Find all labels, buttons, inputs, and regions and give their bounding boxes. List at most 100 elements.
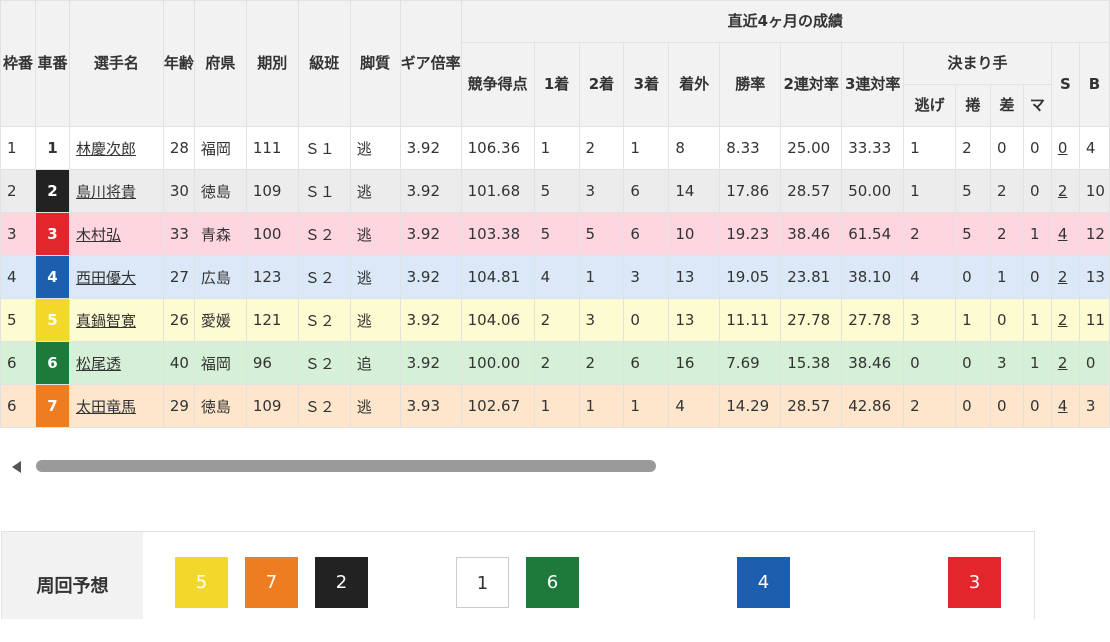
- table-row: 6 7 太田竜馬 29 徳島 109 Ｓ２ 逃 3.93 102.67 1 1 1 4 14.29 28.57…: [0, 384, 1110, 428]
- racer-name-cell: 林慶次郎: [68, 126, 164, 170]
- makuri-cell: 2: [955, 126, 991, 170]
- racer-name-link[interactable]: 太田竜馬: [76, 398, 136, 416]
- makuri-cell: 5: [955, 212, 991, 256]
- header-quinella-rate: 2連対率: [780, 42, 843, 127]
- header-class: 級班: [297, 0, 351, 127]
- third-count-cell: 1: [623, 126, 670, 170]
- score-cell: 106.36: [460, 126, 535, 170]
- header-car: 車番: [34, 0, 70, 127]
- racer-name-link[interactable]: 西田優大: [76, 269, 136, 287]
- car-number: 6: [34, 341, 70, 385]
- racer-name-link[interactable]: 林慶次郎: [76, 140, 136, 158]
- racer-name-cell: 木村弘: [68, 212, 164, 256]
- win-rate-cell: 11.11: [719, 298, 782, 342]
- gear-ratio-cell: 3.93: [399, 384, 462, 428]
- second-count-cell: 2: [578, 126, 625, 170]
- second-count-cell: 3: [578, 169, 625, 213]
- table-row: 5 5 真鍋智寛 26 愛媛 121 Ｓ２ 逃 3.92 104.06 2 3 0 13 11.11 27.7…: [0, 298, 1110, 342]
- mark-cell: 0: [1022, 255, 1052, 299]
- s-count-link[interactable]: 4: [1058, 397, 1068, 415]
- quinella-rate-cell: 38.46: [780, 212, 843, 256]
- racer-rows: 1 1 林慶次郎 28 福岡 111 Ｓ１ 逃 3.92 106.36 1 2 1 8 8.33 25.00 3…: [0, 126, 1110, 428]
- header-b: B: [1078, 42, 1110, 127]
- style-cell: 追: [349, 341, 401, 385]
- first-count-cell: 2: [533, 298, 580, 342]
- racer-table: 枠番 車番 選手名 年齢 府県 期別 級班 脚質 ギア倍率 直近4ヶ月の成績 競…: [0, 0, 1110, 428]
- age-cell: 27: [162, 255, 195, 299]
- s-count-cell: 0: [1050, 126, 1080, 170]
- racer-name-cell: 松尾透: [68, 341, 164, 385]
- s-count-link[interactable]: 2: [1058, 182, 1068, 200]
- age-cell: 33: [162, 212, 195, 256]
- table-row: 4 4 西田優大 27 広島 123 Ｓ２ 逃 3.92 104.81 4 1 3 13 19.05 23.8…: [0, 255, 1110, 299]
- car-number: 2: [34, 169, 70, 213]
- header-score: 競争得点: [460, 42, 535, 127]
- s-count-link[interactable]: 4: [1058, 225, 1068, 243]
- style-cell: 逃: [349, 126, 401, 170]
- first-count-cell: 1: [533, 384, 580, 428]
- waku-cell: 1: [0, 126, 36, 170]
- age-cell: 26: [162, 298, 195, 342]
- s-count-link[interactable]: 2: [1058, 354, 1068, 372]
- racer-name-cell: 島川将貴: [68, 169, 164, 213]
- prefecture-cell: 広島: [193, 255, 247, 299]
- header-trio-rate: 3連対率: [841, 42, 905, 127]
- horizontal-scrollbar[interactable]: [12, 459, 1110, 475]
- class-cell: Ｓ２: [297, 255, 351, 299]
- s-count-cell: 2: [1050, 255, 1080, 299]
- sashi-cell: 3: [990, 341, 1024, 385]
- score-cell: 102.67: [460, 384, 535, 428]
- header-mark: マ: [1022, 84, 1052, 127]
- style-cell: 逃: [349, 384, 401, 428]
- quinella-rate-cell: 25.00: [780, 126, 843, 170]
- car-number: 5: [34, 298, 70, 342]
- header-s: S: [1050, 42, 1080, 127]
- age-cell: 28: [162, 126, 195, 170]
- win-rate-cell: 7.69: [719, 341, 782, 385]
- scroll-left-arrow-icon[interactable]: [12, 461, 21, 473]
- s-count-link[interactable]: 2: [1058, 311, 1068, 329]
- mark-cell: 1: [1022, 212, 1052, 256]
- prefecture-cell: 福岡: [193, 341, 247, 385]
- term-cell: 123: [245, 255, 299, 299]
- first-count-cell: 5: [533, 212, 580, 256]
- term-cell: 111: [245, 126, 299, 170]
- prediction-box: 4: [737, 557, 790, 608]
- s-count-link[interactable]: 2: [1058, 268, 1068, 286]
- car-number: 4: [34, 255, 70, 299]
- table-row: 2 2 島川将貴 30 徳島 109 Ｓ１ 逃 3.92 101.68 5 3 6 14 17.86 28.5…: [0, 169, 1110, 213]
- s-count-cell: 2: [1050, 341, 1080, 385]
- outside-count-cell: 13: [668, 255, 721, 299]
- table-row: 6 6 松尾透 40 福岡 96 Ｓ２ 追 3.92 100.00 2 2 6 16 7.69 15.38 38…: [0, 341, 1110, 385]
- first-count-cell: 5: [533, 169, 580, 213]
- first-count-cell: 2: [533, 341, 580, 385]
- racer-name-link[interactable]: 木村弘: [76, 226, 121, 244]
- racer-name-link[interactable]: 真鍋智寛: [76, 312, 136, 330]
- racer-name-link[interactable]: 松尾透: [76, 355, 121, 373]
- quinella-rate-cell: 28.57: [780, 169, 843, 213]
- age-cell: 30: [162, 169, 195, 213]
- prediction-box: 3: [948, 557, 1001, 608]
- racer-table-scroll-area[interactable]: 枠番 車番 選手名 年齢 府県 期別 級班 脚質 ギア倍率 直近4ヶ月の成績 競…: [0, 0, 1110, 430]
- b-count-cell: 11: [1078, 298, 1110, 342]
- trio-rate-cell: 33.33: [841, 126, 905, 170]
- second-count-cell: 2: [578, 341, 625, 385]
- scroll-thumb[interactable]: [36, 460, 656, 472]
- style-cell: 逃: [349, 212, 401, 256]
- header-pref: 府県: [193, 0, 247, 127]
- header-kimarite: 決まり手: [903, 42, 1052, 85]
- header-age: 年齢: [162, 0, 195, 127]
- trio-rate-cell: 42.86: [841, 384, 905, 428]
- b-count-cell: 3: [1078, 384, 1110, 428]
- nige-cell: 2: [903, 384, 957, 428]
- score-cell: 104.06: [460, 298, 535, 342]
- racer-name-link[interactable]: 島川将貴: [76, 183, 136, 201]
- gear-ratio-cell: 3.92: [399, 169, 462, 213]
- trio-rate-cell: 27.78: [841, 298, 905, 342]
- trio-rate-cell: 38.46: [841, 341, 905, 385]
- age-cell: 40: [162, 341, 195, 385]
- prediction-box: 6: [526, 557, 579, 608]
- s-count-link[interactable]: 0: [1058, 139, 1068, 157]
- third-count-cell: 6: [623, 341, 670, 385]
- racer-name-cell: 西田優大: [68, 255, 164, 299]
